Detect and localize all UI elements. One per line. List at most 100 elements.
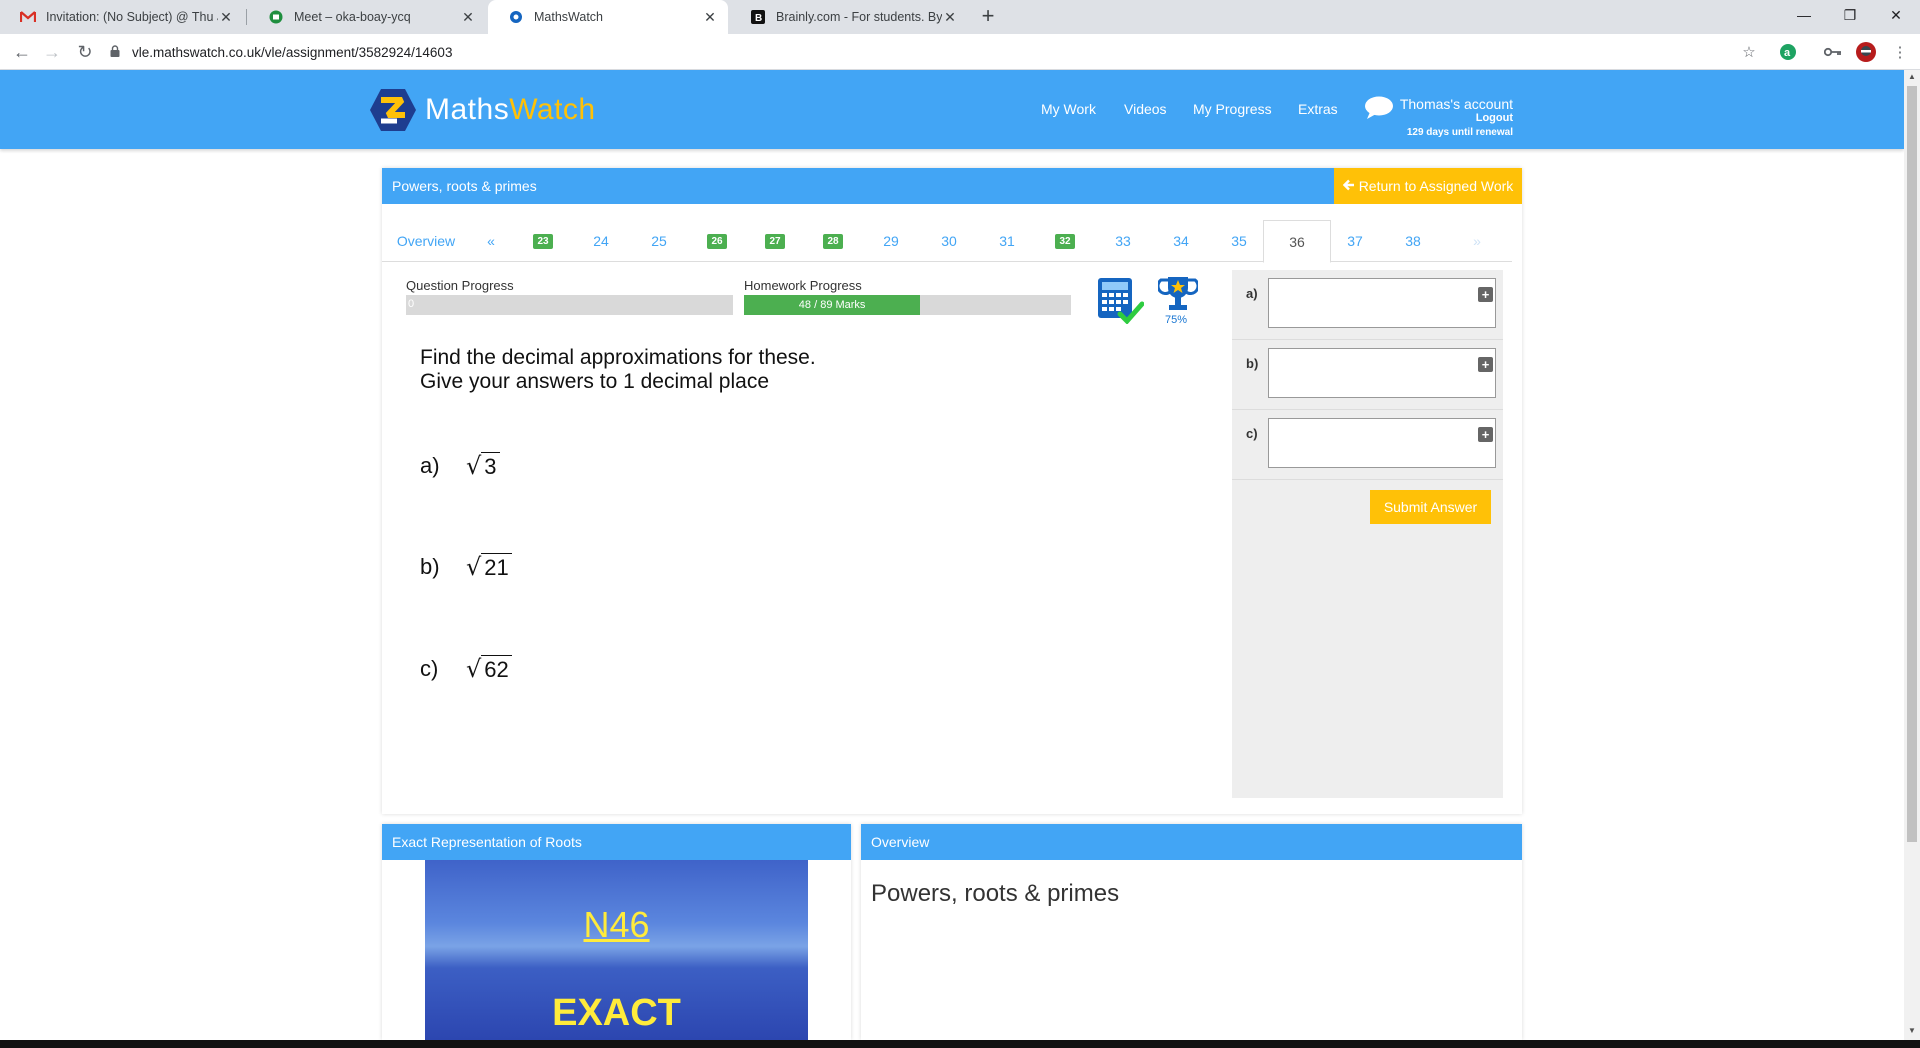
minimize-icon[interactable]: — — [1781, 0, 1827, 30]
tab-question-26[interactable]: 26 — [693, 220, 741, 262]
extension-a-icon[interactable]: a — [1778, 42, 1798, 62]
answer-label: b) — [1246, 356, 1259, 371]
answer-row-c: c) + — [1232, 410, 1503, 480]
plus-icon[interactable]: + — [1478, 427, 1493, 442]
panel-header: Powers, roots & primes Return to Assigne… — [382, 168, 1522, 204]
svg-text:a: a — [1784, 47, 1791, 59]
video-panel-title: Exact Representation of Roots — [392, 834, 582, 850]
return-to-assigned-work-button[interactable]: Return to Assigned Work — [1334, 168, 1522, 204]
tab-question-36[interactable]: 36 — [1263, 220, 1331, 263]
plus-icon[interactable]: + — [1478, 287, 1493, 302]
video-thumbnail[interactable]: N46 EXACT — [425, 860, 808, 1040]
completed-badge: 23 — [533, 233, 553, 249]
tab-question-32[interactable]: 32 — [1041, 220, 1089, 262]
tab-previous[interactable]: « — [480, 220, 502, 262]
restore-icon[interactable]: ❐ — [1827, 0, 1873, 30]
tab-question-38[interactable]: 38 — [1389, 220, 1437, 262]
account-name[interactable]: Thomas's account — [1366, 96, 1513, 112]
question-panel: Powers, roots & primes Return to Assigne… — [382, 168, 1522, 814]
question-progress-label: Question Progress — [406, 278, 514, 293]
close-icon[interactable]: ✕ — [702, 9, 718, 26]
star-icon[interactable]: ☆ — [1739, 42, 1759, 62]
browser-tab-brainly[interactable]: B Brainly.com - For students. By stu ✕ — [730, 0, 968, 34]
tab-title: Brainly.com - For students. By stu — [776, 10, 942, 24]
tab-question-35[interactable]: 35 — [1215, 220, 1263, 262]
radicand: 3 — [481, 452, 500, 480]
reload-icon[interactable]: ↻ — [73, 40, 97, 64]
tab-question-24[interactable]: 24 — [577, 220, 625, 262]
tab-title: Meet – oka-boay-ycq — [294, 10, 411, 24]
tab-overview[interactable]: Overview — [396, 220, 456, 262]
tab-question-30[interactable]: 30 — [925, 220, 973, 262]
radicand: 21 — [481, 553, 512, 581]
nav-my-progress[interactable]: My Progress — [1193, 101, 1272, 117]
close-window-icon[interactable]: ✕ — [1873, 0, 1919, 30]
tab-question-33[interactable]: 33 — [1099, 220, 1147, 262]
answer-input-b[interactable] — [1268, 348, 1496, 398]
nav-videos[interactable]: Videos — [1124, 101, 1167, 117]
radical-sign-icon: √ — [466, 452, 482, 480]
panel-title: Powers, roots & primes — [392, 178, 537, 194]
logo-text-maths: Maths — [425, 93, 510, 126]
scroll-thumb[interactable] — [1907, 86, 1917, 842]
tab-question-25[interactable]: 25 — [635, 220, 683, 262]
key-icon[interactable] — [1823, 42, 1843, 62]
tab-question-34[interactable]: 34 — [1157, 220, 1205, 262]
back-arrow-icon[interactable]: ← — [10, 40, 34, 64]
tab-question-28[interactable]: 28 — [809, 220, 857, 262]
address-bar[interactable]: vle.mathswatch.co.uk/vle/assignment/3582… — [110, 34, 452, 70]
mathswatch-logo[interactable]: MathsWatch — [369, 87, 596, 133]
completed-badge: 28 — [823, 233, 843, 249]
tab-question-27[interactable]: 27 — [751, 220, 799, 262]
close-icon[interactable]: ✕ — [218, 9, 234, 26]
site-header: MathsWatch My Work Videos My Progress Ex… — [0, 70, 1904, 149]
tab-question-31[interactable]: 31 — [983, 220, 1031, 262]
submit-answer-button[interactable]: Submit Answer — [1370, 490, 1491, 524]
homework-progress-fill: 48 / 89 Marks — [744, 295, 921, 315]
browser-tab-gmail[interactable]: Invitation: (No Subject) @ Thu Ju ✕ — [0, 0, 244, 34]
scroll-down-icon[interactable]: ▼ — [1904, 1024, 1920, 1038]
video-code: N46 — [583, 904, 650, 945]
part-label: a) — [420, 453, 440, 478]
question-text: Find the decimal approximations for thes… — [420, 346, 816, 394]
account-block: Thomas's account Logout 129 days until r… — [1366, 96, 1513, 138]
answer-input-c[interactable] — [1268, 418, 1496, 468]
tab-title: MathsWatch — [534, 10, 604, 24]
forward-arrow-icon[interactable]: → — [40, 40, 64, 64]
tab-label: 38 — [1405, 233, 1421, 249]
nav-extras[interactable]: Extras — [1298, 101, 1338, 117]
square-root-expression: √ 3 — [466, 452, 500, 480]
square-root-expression: √ 62 — [466, 655, 512, 683]
tab-question-29[interactable]: 29 — [867, 220, 915, 262]
logo-text-watch: Watch — [509, 93, 596, 126]
scroll-up-icon[interactable]: ▲ — [1904, 70, 1920, 84]
overview-panel-title: Overview — [871, 834, 930, 850]
tab-question-37[interactable]: 37 — [1331, 220, 1379, 262]
lock-icon — [110, 44, 124, 60]
trophy-percent: 75% — [1164, 314, 1188, 326]
brainly-icon: B — [750, 9, 766, 25]
tab-separator — [246, 9, 247, 25]
avatar[interactable] — [1856, 42, 1876, 62]
nav-my-work[interactable]: My Work — [1041, 101, 1096, 117]
browser-tab-meet[interactable]: Meet – oka-boay-ycq ✕ — [248, 0, 486, 34]
plus-icon[interactable]: + — [1478, 357, 1493, 372]
tab-label: 29 — [883, 233, 899, 249]
new-tab-button[interactable]: + — [975, 4, 1001, 30]
close-icon[interactable]: ✕ — [460, 9, 476, 26]
completed-badge: 32 — [1055, 233, 1075, 249]
question-part-c: c) √ 62 — [420, 655, 512, 683]
part-label: b) — [420, 554, 440, 579]
tab-next[interactable]: » — [1462, 220, 1492, 262]
homework-progress-bar: 48 / 89 Marks — [744, 295, 1071, 315]
tab-question-23[interactable]: 23 — [519, 220, 567, 262]
answer-input-a[interactable] — [1268, 278, 1496, 328]
menu-dots-icon[interactable]: ⋮ — [1890, 42, 1910, 62]
answer-column: a) + b) + c) + Submit Answer — [1232, 270, 1503, 798]
browser-tab-mathswatch[interactable]: MathsWatch ✕ — [488, 0, 728, 34]
logout-link[interactable]: Logout — [1366, 112, 1513, 124]
page-scrollbar[interactable]: ▲ ▼ — [1904, 70, 1920, 1040]
close-icon[interactable]: ✕ — [942, 9, 958, 26]
logo-mark-icon — [370, 89, 416, 131]
completed-badge: 26 — [707, 233, 727, 249]
